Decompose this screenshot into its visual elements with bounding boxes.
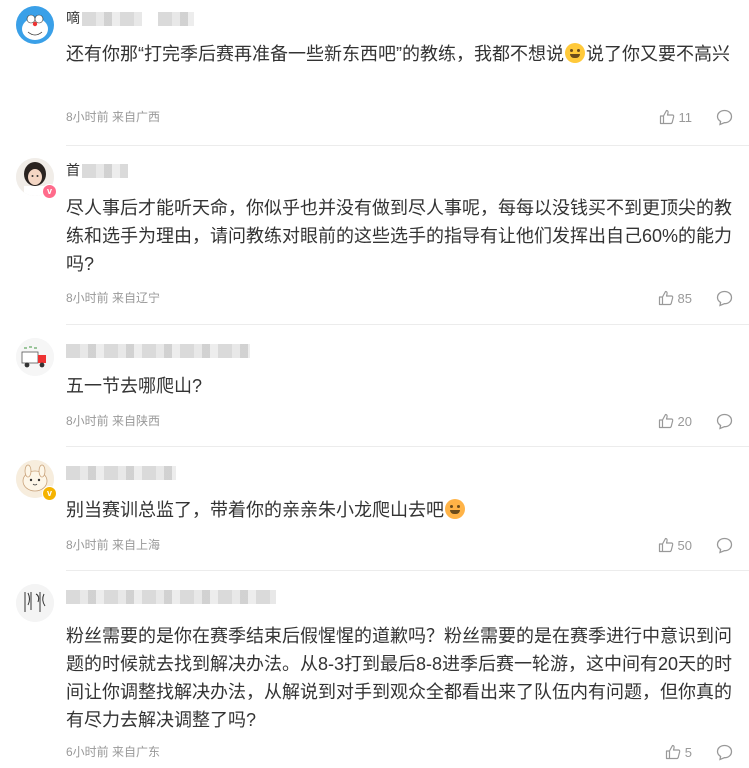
username-blur	[66, 466, 176, 481]
like-button[interactable]: 50	[658, 537, 692, 553]
reply-button[interactable]	[716, 109, 733, 126]
avatar[interactable]	[16, 584, 54, 622]
divider	[66, 446, 749, 447]
like-button[interactable]: 85	[658, 290, 692, 306]
username-visible: 首	[66, 162, 80, 178]
comment-bubble-icon	[716, 537, 733, 554]
reply-button[interactable]	[716, 537, 733, 554]
timestamp: 8小时前	[66, 291, 109, 305]
comment-text: 还有你那“打完季后赛再准备一些新东西吧”的教练，我都不想说 说了你又要不高兴	[66, 40, 736, 68]
timestamp: 8小时前	[66, 538, 109, 552]
verified-badge-icon: v	[42, 486, 57, 501]
comment-bubble-icon	[716, 109, 733, 126]
comment-actions: 5	[665, 743, 733, 761]
username[interactable]: 首	[66, 162, 128, 179]
reply-button[interactable]	[716, 744, 733, 761]
thumbs-up-icon	[665, 744, 681, 760]
username[interactable]	[66, 464, 176, 481]
comment-actions: 50	[658, 536, 733, 554]
comment-actions: 20	[658, 412, 733, 430]
reply-button[interactable]	[716, 290, 733, 307]
like-count: 11	[678, 109, 693, 125]
location: 来自广东	[112, 745, 161, 759]
comment-meta: 8小时前 来自辽宁	[66, 290, 160, 306]
thumbs-up-icon	[659, 109, 674, 125]
comment-bubble-icon	[716, 290, 733, 307]
username-blur	[82, 12, 142, 27]
like-count: 5	[684, 744, 692, 760]
timestamp: 6小时前	[66, 745, 109, 759]
avatar[interactable]	[16, 338, 54, 376]
comment-text-part: 说了你又要不高兴	[586, 44, 730, 64]
delivery-truck-avatar-icon	[16, 338, 54, 376]
comment-text: 粉丝需要的是你在赛季结束后假惺惺的道歉吗？粉丝需要的是在赛季进行中意识到问题的时…	[66, 626, 733, 730]
username[interactable]: 嘀	[66, 10, 194, 27]
like-count: 50	[677, 537, 692, 553]
like-button[interactable]: 5	[665, 744, 692, 760]
comment-meta: 8小时前 来自广西	[66, 109, 160, 125]
comment-meta: 8小时前 来自陕西	[66, 413, 160, 429]
thumbs-up-icon	[658, 413, 673, 429]
like-button[interactable]: 20	[658, 413, 692, 429]
divider	[66, 324, 749, 325]
comment-meta: 6小时前 来自广东	[66, 744, 160, 760]
verified-badge-icon: v	[42, 184, 57, 199]
doraemon-avatar-icon	[16, 6, 54, 44]
thumbs-up-icon	[658, 537, 673, 553]
reply-button[interactable]	[716, 413, 733, 430]
timestamp: 8小时前	[66, 110, 109, 124]
like-button[interactable]: 11	[659, 109, 693, 125]
comment-actions: 85	[658, 289, 733, 307]
comment-bubble-icon	[716, 744, 733, 761]
username-blur	[66, 590, 276, 605]
comment-bubble-icon	[716, 413, 733, 430]
thumbs-up-icon	[658, 290, 673, 306]
calligraphy-avatar-icon	[16, 584, 54, 622]
comment-text: 尽人事后才能听天命，你似乎也并没有做到尽人事呢，每每以没钱买不到更顶尖的教练和选…	[66, 198, 733, 274]
username-blur	[158, 12, 194, 27]
location: 来自上海	[112, 538, 161, 552]
divider	[66, 570, 749, 571]
comment-actions: 11	[659, 108, 734, 126]
location: 来自陕西	[112, 414, 161, 428]
username-blur	[82, 164, 128, 179]
username-blur	[66, 344, 250, 359]
like-count: 20	[677, 413, 692, 429]
comment-meta: 8小时前 来自上海	[66, 537, 160, 553]
like-count: 85	[677, 290, 692, 306]
avatar[interactable]	[16, 6, 54, 44]
grinning-sweat-emoji	[565, 43, 585, 63]
comment-text: 别当赛训总监了，带着你的亲亲朱小龙爬山去吧	[66, 496, 736, 524]
divider	[66, 145, 749, 146]
comment-text-part: 还有你那“打完季后赛再准备一些新东西吧”的教练，我都不想说	[66, 44, 564, 64]
username[interactable]	[66, 342, 250, 359]
username[interactable]	[66, 588, 276, 605]
comment-text-part: 别当赛训总监了，带着你的亲亲朱小龙爬山去吧	[66, 500, 444, 520]
location: 来自广西	[112, 110, 161, 124]
location: 来自辽宁	[112, 291, 161, 305]
timestamp: 8小时前	[66, 414, 109, 428]
comment-text: 五一节去哪爬山?	[66, 376, 203, 396]
username-visible: 嘀	[66, 10, 80, 26]
hot-face-emoji	[445, 499, 465, 519]
